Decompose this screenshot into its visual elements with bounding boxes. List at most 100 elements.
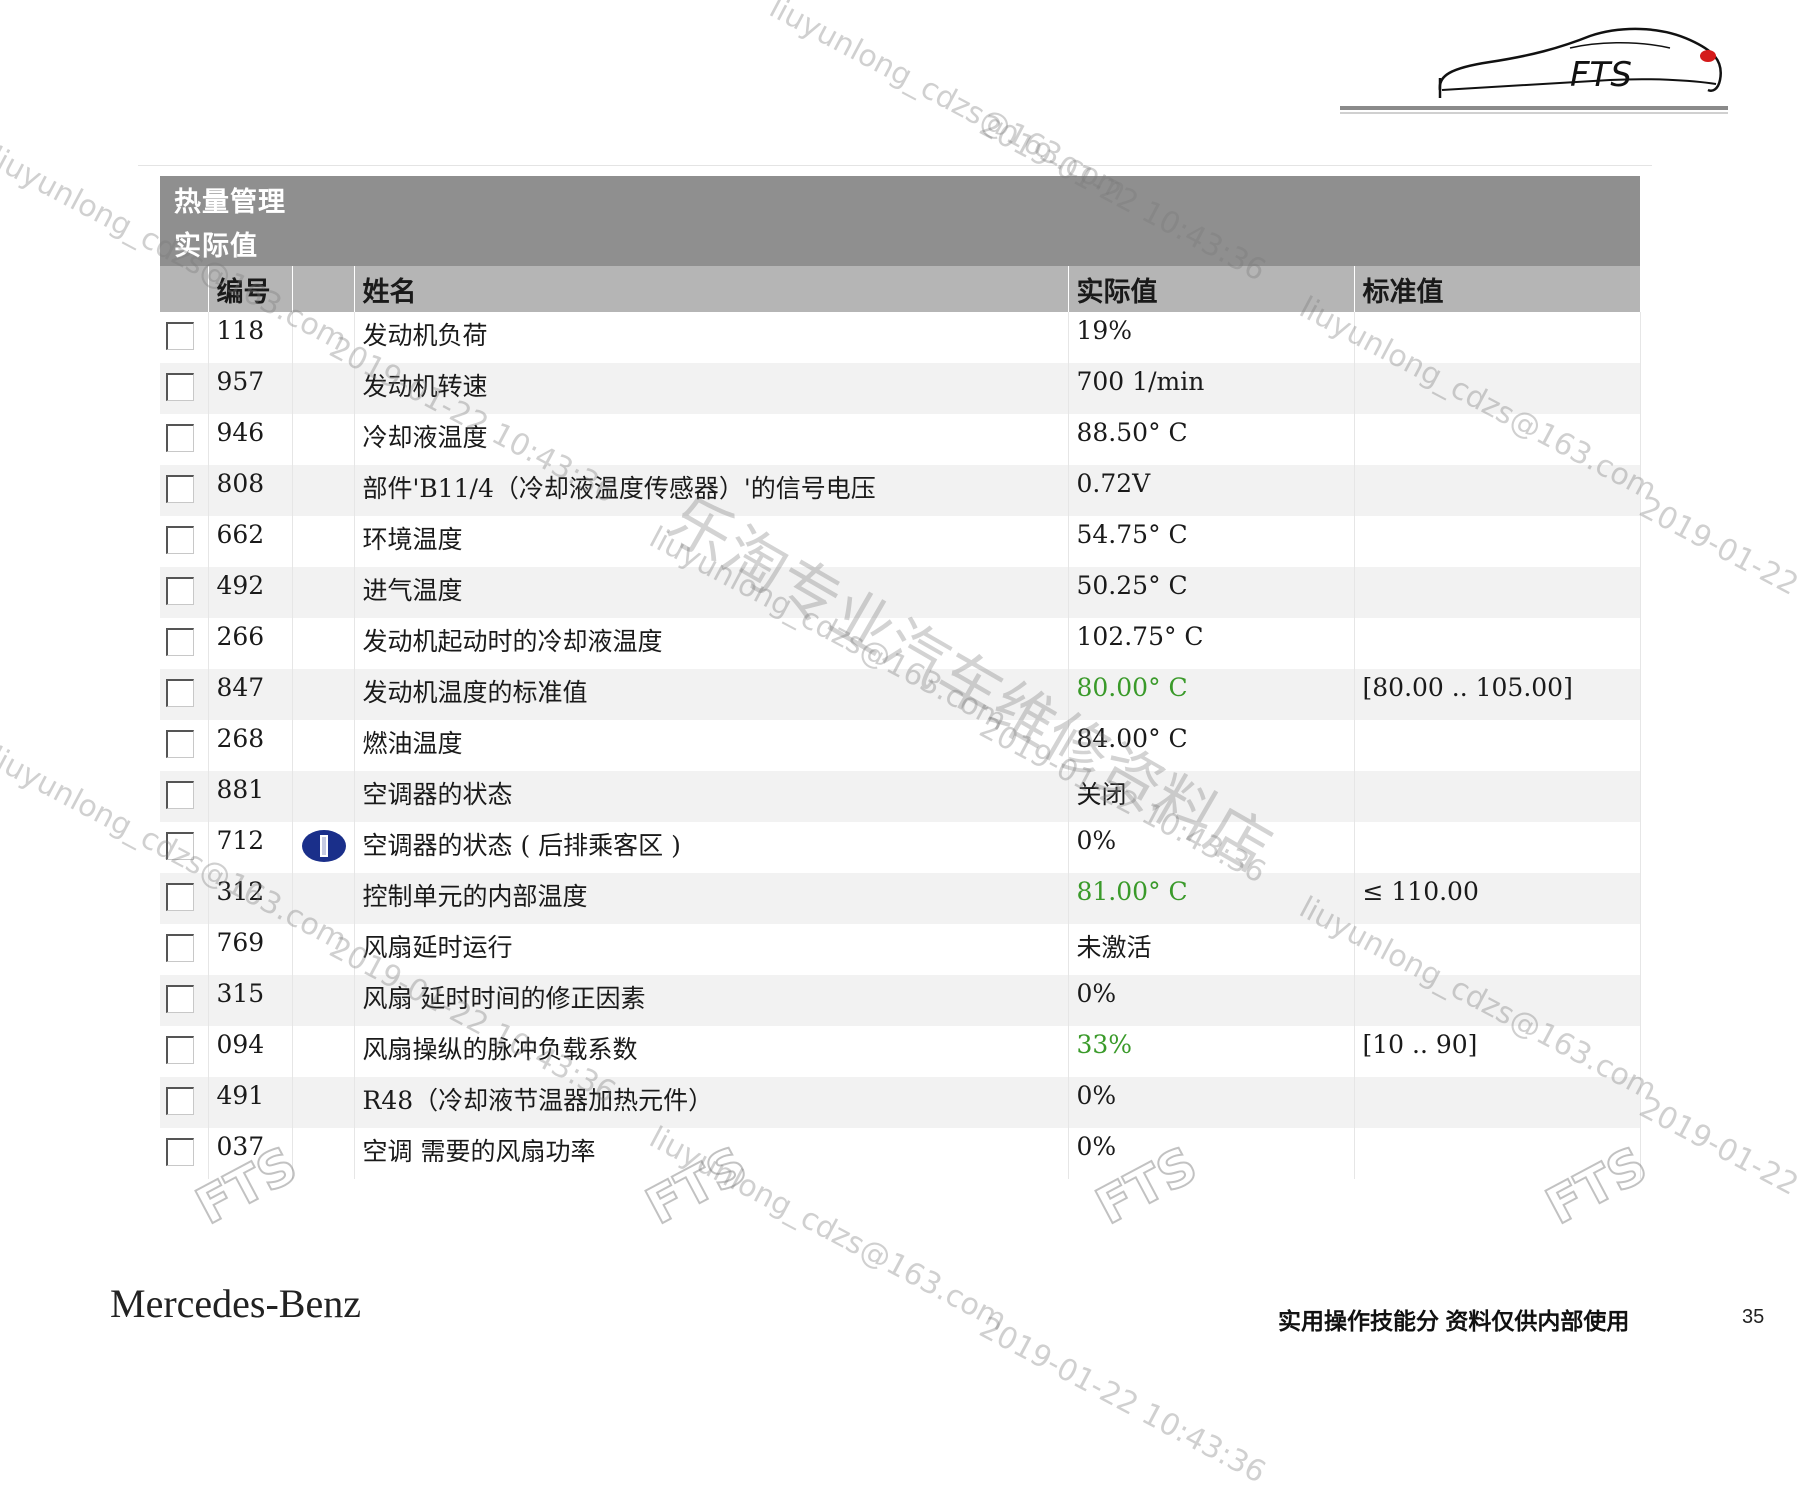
info-icon[interactable] [301,829,347,863]
row-info-cell [292,363,355,414]
row-info-cell [292,465,355,516]
row-name: 发动机转速 [354,363,1069,414]
row-standard-value [1354,465,1641,516]
brand-name: Mercedes-Benz [110,1281,361,1326]
row-select-cell [160,1128,209,1179]
row-name: 发动机温度的标准值 [354,669,1069,720]
row-select-cell [160,465,209,516]
panel-subtitle: 实际值 [174,231,258,262]
row-name: R48（冷却液节温器加热元件） [354,1077,1069,1128]
row-standard-value [1354,567,1641,618]
table-row[interactable]: 312 控制单元的内部温度 81.00° C ≤ 110.00 [160,873,1641,924]
row-id: 957 [208,363,293,414]
table-row[interactable]: 094 风扇操纵的脉冲负载系数 33% [10 .. 90] [160,1026,1641,1077]
table-row[interactable]: 808 部件'B11/4（冷却液温度传感器）'的信号电压 0.72V [160,465,1641,516]
row-standard-value: [80.00 .. 105.00] [1354,669,1641,720]
table-row[interactable]: 118 发动机负荷 19% [160,312,1641,363]
row-name: 风扇 延时时间的修正因素 [354,975,1069,1026]
table-row[interactable]: 662 环境温度 54.75° C [160,516,1641,567]
row-standard-value [1354,1077,1641,1128]
table-row[interactable]: 946 冷却液温度 88.50° C [160,414,1641,465]
row-info-cell [292,822,355,873]
row-checkbox[interactable] [166,832,194,860]
row-checkbox[interactable] [166,424,194,452]
row-checkbox[interactable] [166,679,194,707]
panel-title: 热量管理 [174,187,286,218]
row-name: 风扇延时运行 [354,924,1069,975]
row-checkbox[interactable] [166,1138,194,1166]
row-name: 控制单元的内部温度 [354,873,1069,924]
row-checkbox[interactable] [166,577,194,605]
row-id: 946 [208,414,293,465]
row-checkbox[interactable] [166,781,194,809]
row-checkbox[interactable] [166,628,194,656]
row-id: 094 [208,1026,293,1077]
row-standard-value [1354,618,1641,669]
row-actual-value: 0% [1068,822,1355,873]
row-id: 266 [208,618,293,669]
row-name: 进气温度 [354,567,1069,618]
row-standard-value [1354,414,1641,465]
row-info-cell [292,618,355,669]
row-info-cell [292,975,355,1026]
fts-logo: FTS [1420,18,1738,108]
row-checkbox[interactable] [166,730,194,758]
table-row[interactable]: 769 风扇延时运行 未激活 [160,924,1641,975]
row-info-cell [292,567,355,618]
table-row[interactable]: 492 进气温度 50.25° C [160,567,1641,618]
row-actual-value: 50.25° C [1068,567,1355,618]
row-id: 315 [208,975,293,1026]
row-standard-value [1354,363,1641,414]
row-checkbox[interactable] [166,373,194,401]
row-checkbox[interactable] [166,883,194,911]
column-header-name[interactable]: 姓名 [354,266,1069,312]
row-checkbox[interactable] [166,1036,194,1064]
table-row[interactable]: 037 空调 需要的风扇功率 0% [160,1128,1641,1179]
row-checkbox[interactable] [166,475,194,503]
panel-header: 热量管理 实际值 [160,176,1640,266]
column-header-actual[interactable]: 实际值 [1068,266,1355,312]
row-standard-value [1354,975,1641,1026]
row-checkbox[interactable] [166,526,194,554]
row-id: 847 [208,669,293,720]
row-select-cell [160,771,209,822]
row-select-cell [160,312,209,363]
column-header-select [160,266,209,312]
row-standard-value [1354,1128,1641,1179]
row-select-cell [160,720,209,771]
row-standard-value: [10 .. 90] [1354,1026,1641,1077]
table-row[interactable]: 957 发动机转速 700 1/min [160,363,1641,414]
column-header-id[interactable]: 编号 [208,266,293,312]
row-actual-value: 19% [1068,312,1355,363]
row-checkbox[interactable] [166,934,194,962]
watermark-timestamp: 2019-01-22 10:43:36 [973,1310,1272,1491]
column-header-standard[interactable]: 标准值 [1354,266,1641,312]
row-standard-value [1354,516,1641,567]
row-id: 312 [208,873,293,924]
row-actual-value: 0% [1068,975,1355,1026]
row-name: 空调器的状态 ( 后排乘客区 ) [354,822,1069,873]
panel-top-rule [138,165,1652,166]
table-row[interactable]: 712 空调器的状态 ( 后排乘客区 ) 0% [160,822,1641,873]
row-select-cell [160,975,209,1026]
table-row[interactable]: 315 风扇 延时时间的修正因素 0% [160,975,1641,1026]
table-row[interactable]: 268 燃油温度 84.00° C [160,720,1641,771]
row-select-cell [160,1026,209,1077]
table-row[interactable]: 266 发动机起动时的冷却液温度 102.75° C [160,618,1641,669]
footer-note: 实用操作技能分 资料仅供内部使用 [1278,1308,1630,1334]
logo-divider [1340,106,1728,110]
row-actual-value: 0.72V [1068,465,1355,516]
row-info-cell [292,669,355,720]
row-standard-value [1354,312,1641,363]
row-checkbox[interactable] [166,1087,194,1115]
table-row[interactable]: 881 空调器的状态 关闭 [160,771,1641,822]
row-checkbox[interactable] [166,322,194,350]
table-row[interactable]: 491 R48（冷却液节温器加热元件） 0% [160,1077,1641,1128]
row-name: 风扇操纵的脉冲负载系数 [354,1026,1069,1077]
row-standard-value [1354,822,1641,873]
row-select-cell [160,516,209,567]
row-select-cell [160,414,209,465]
column-header-info [292,266,355,312]
row-checkbox[interactable] [166,985,194,1013]
table-row[interactable]: 847 发动机温度的标准值 80.00° C [80.00 .. 105.00] [160,669,1641,720]
